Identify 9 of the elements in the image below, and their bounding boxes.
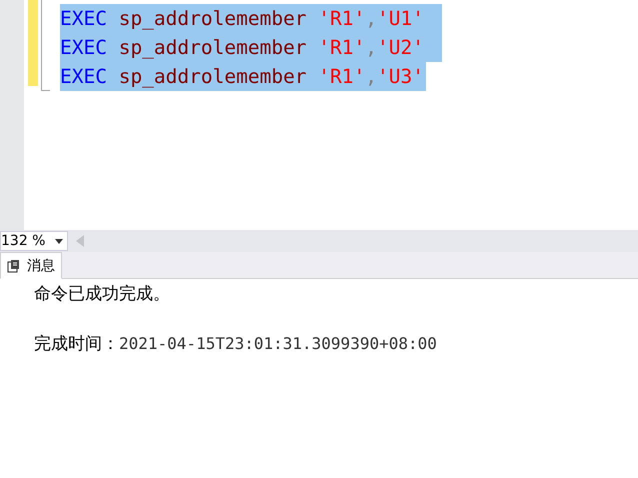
change-marker	[28, 0, 38, 28]
zoom-dropdown[interactable]: 132 %	[0, 231, 68, 251]
messages-tab[interactable]: 消息	[0, 252, 62, 279]
scroll-left-icon[interactable]	[76, 235, 84, 247]
document-icon	[7, 258, 21, 272]
message-text: 命令已成功完成。	[34, 283, 171, 306]
change-marker	[28, 57, 38, 86]
message-text: 完成时间：2021-04-15T23:01:31.3099390+08:00	[34, 333, 438, 356]
caret-icon	[55, 238, 63, 244]
